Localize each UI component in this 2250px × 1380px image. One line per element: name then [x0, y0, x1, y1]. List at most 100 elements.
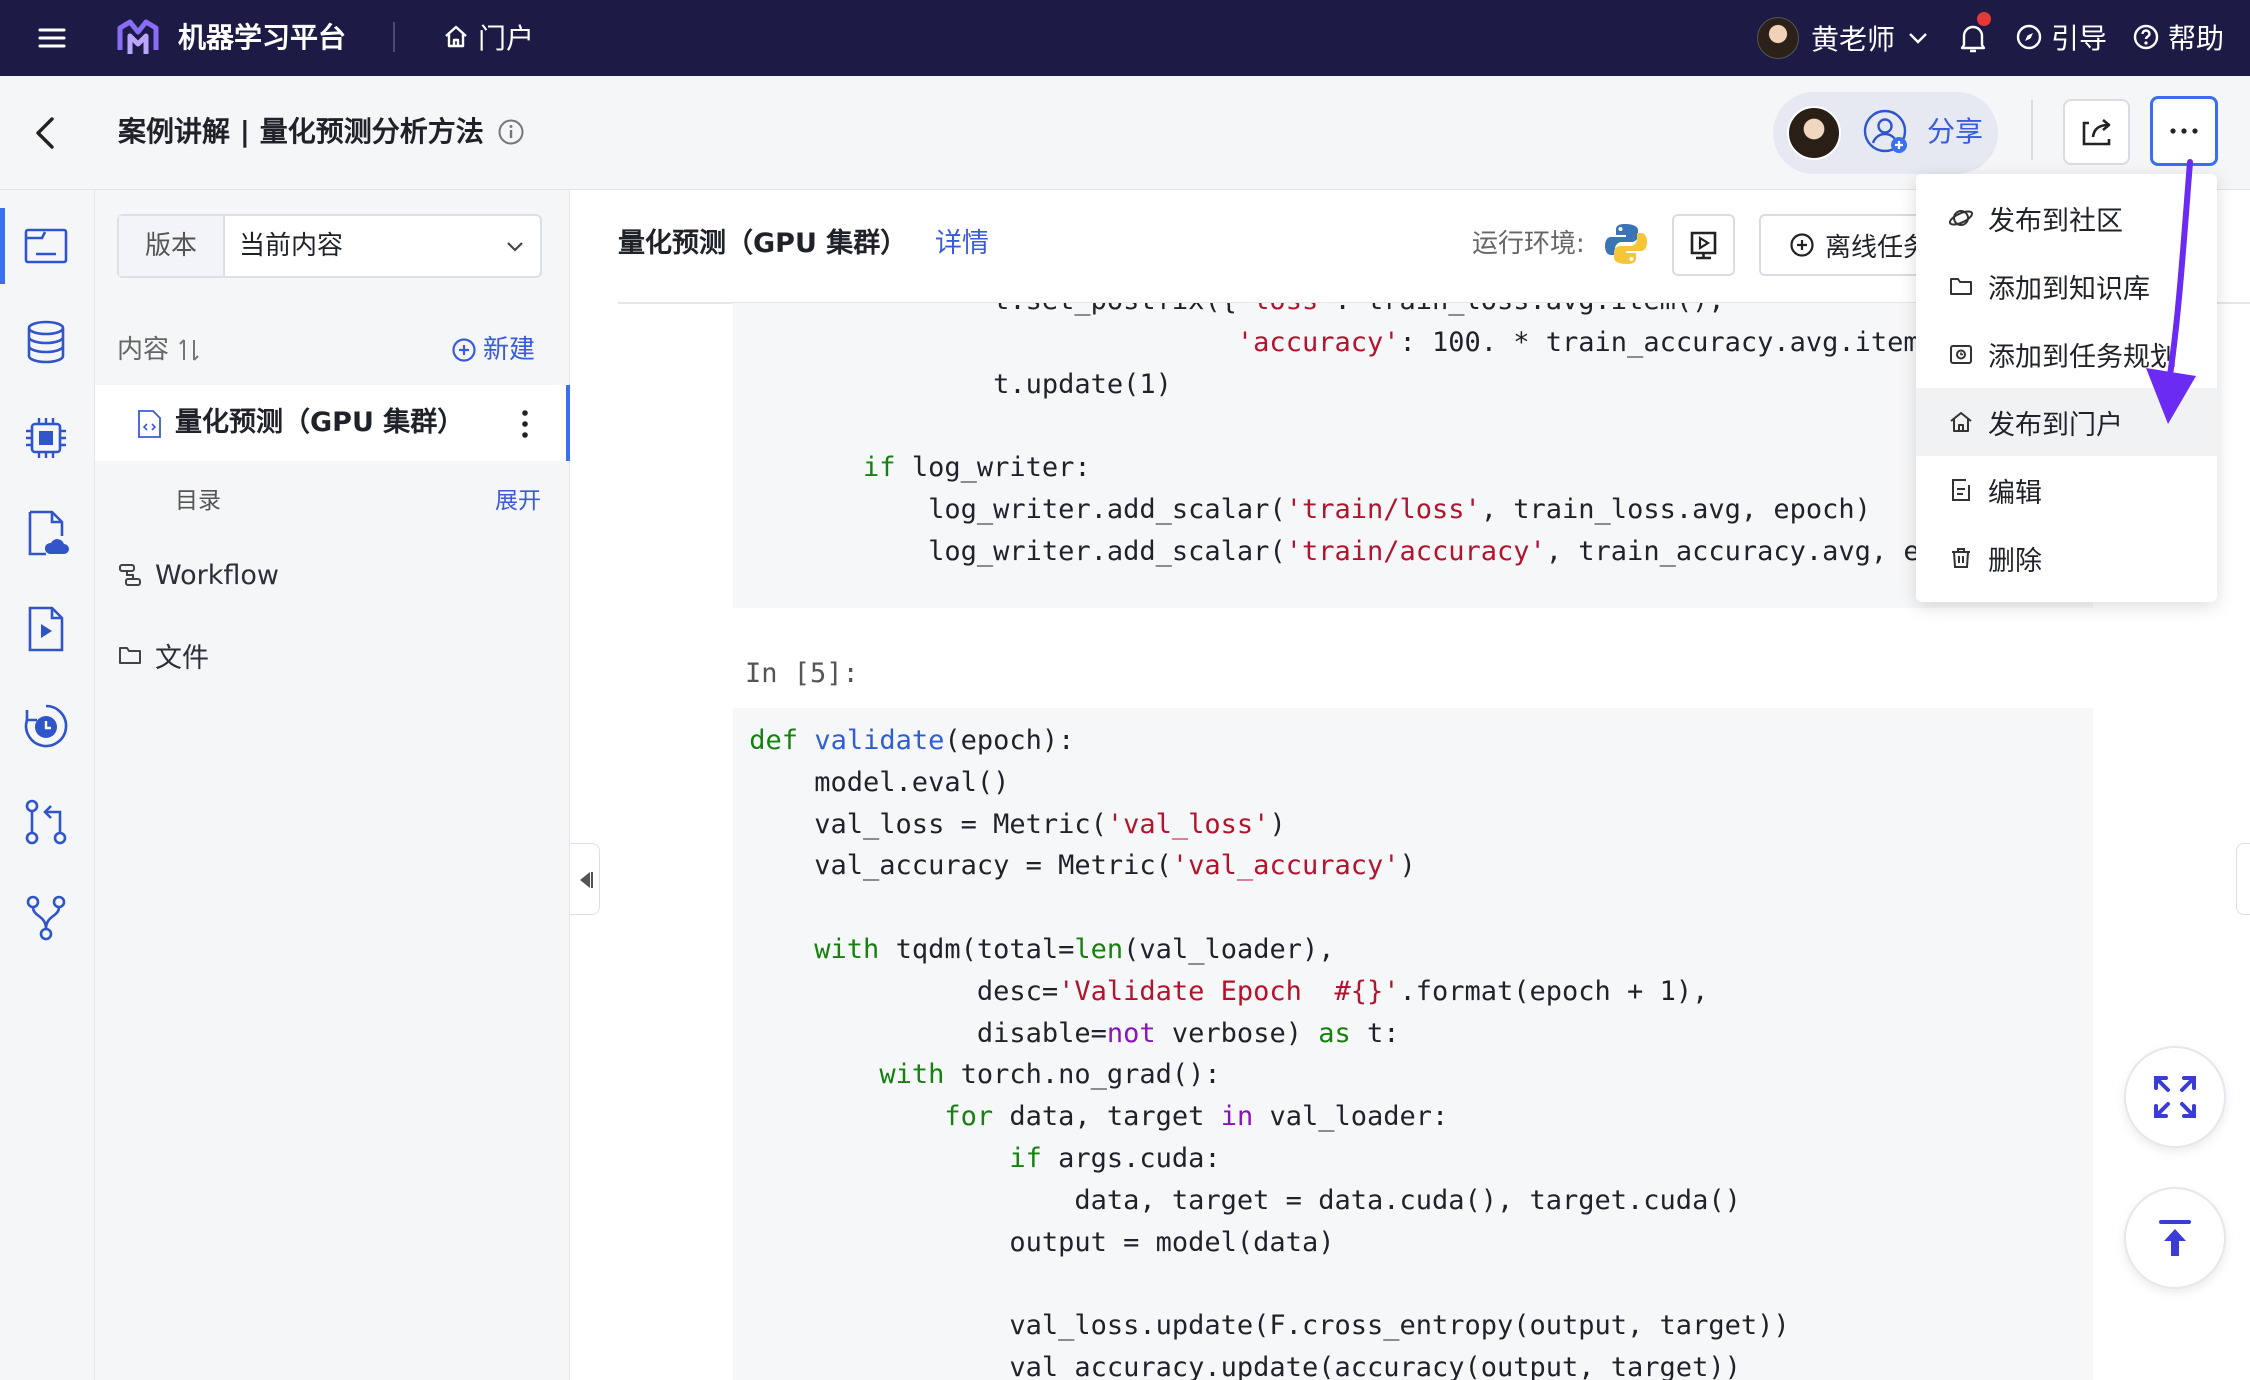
export-icon [2082, 119, 2111, 146]
nav-files-label: 文件 [155, 642, 209, 674]
plus-circle-icon [1790, 233, 1814, 257]
menu-item-add-knowledge[interactable]: 添加到知识库 [1916, 252, 2217, 320]
menu-item-publish-community[interactable]: 发布到社区 [1916, 184, 2217, 252]
code-block: t.set_postfix({'loss': train_loss.avg.it… [863, 303, 2001, 567]
divider [2031, 100, 2033, 160]
sort-icon[interactable] [177, 337, 201, 363]
fullscreen-button[interactable] [2124, 1046, 2226, 1148]
code-cell[interactable]: t.set_postfix({'loss': train_loss.avg.it… [733, 303, 2093, 608]
database-icon[interactable] [20, 316, 72, 368]
menu-item-edit[interactable]: 编辑 [1916, 456, 2217, 524]
file-name: 量化预测（GPU 集群） [175, 407, 465, 438]
planet-icon [1948, 210, 1974, 226]
menu-item-label: 删除 [1988, 545, 2042, 577]
more-menu: 发布到社区 添加到知识库 添加到任务规划 发布到门户 编辑 删除 [1916, 174, 2217, 602]
cloud-file-icon[interactable] [20, 508, 72, 560]
top-bar: 机器学习平台 门户 黄老师 引导 帮助 [0, 0, 2250, 76]
version-select[interactable]: 版本 当前内容 [117, 214, 542, 278]
back-arrow-icon[interactable] [30, 113, 62, 153]
home-icon [445, 25, 467, 48]
edit-icon [1952, 479, 1970, 501]
bell-icon[interactable] [1955, 12, 1991, 56]
plus-circle-icon [452, 338, 476, 362]
workflow-icon [119, 564, 141, 586]
code-file-icon [138, 410, 161, 438]
app-name: 机器学习平台 [178, 21, 347, 54]
clock-icon[interactable] [20, 700, 72, 752]
chevron-down-icon [490, 216, 540, 276]
task-icon [1950, 345, 1972, 364]
help-icon [2133, 24, 2159, 50]
expand-icon [2154, 1076, 2196, 1118]
arrow-up-icon [2159, 1220, 2191, 1256]
menu-item-label: 发布到门户 [1988, 409, 2123, 441]
hamburger-icon[interactable] [36, 22, 68, 54]
compass-icon [2016, 24, 2042, 50]
folder-icon [1950, 278, 1972, 295]
python-icon[interactable] [1602, 220, 1650, 268]
content-label: 内容 [117, 335, 170, 365]
code-block: def validate(epoch): model.eval() val_lo… [749, 725, 1790, 1380]
menu-item-label: 编辑 [1988, 477, 2042, 509]
menu-item-publish-portal[interactable]: 发布到门户 [1916, 388, 2217, 456]
collapse-right-handle[interactable] [2236, 843, 2250, 915]
caret-left-icon [580, 872, 593, 888]
user-name: 黄老师 [1811, 23, 1896, 56]
expand-link[interactable]: 展开 [495, 484, 541, 518]
info-icon[interactable] [497, 118, 525, 146]
code-cell[interactable]: def validate(epoch): model.eval() val_lo… [733, 708, 2093, 1380]
version-value: 当前内容 [239, 231, 344, 261]
export-button[interactable] [2063, 99, 2130, 165]
portal-label: 门户 [478, 22, 535, 55]
help-link[interactable]: 帮助 [2132, 16, 2224, 58]
version-label: 版本 [119, 216, 225, 276]
menu-item-add-task-plan[interactable]: 添加到任务规划 [1916, 320, 2217, 388]
home-icon [1950, 412, 1972, 432]
toc-label: 目录 [175, 488, 221, 514]
side-panel: 版本 当前内容 内容 新建 量化预测（GPU 集群） 目录 展开 Workflo… [95, 190, 570, 1380]
file-item-notebook[interactable]: 量化预测（GPU 集群） [95, 385, 570, 461]
divider [393, 22, 395, 52]
kebab-icon[interactable] [519, 407, 531, 441]
more-icon [2170, 128, 2198, 134]
content-header: 内容 [117, 331, 201, 369]
add-user-icon[interactable] [1863, 109, 1911, 157]
more-button[interactable] [2150, 96, 2218, 166]
video-file-icon[interactable] [20, 604, 72, 656]
trash-icon [1952, 548, 1970, 568]
app-logo-icon [114, 14, 162, 62]
chip-icon[interactable] [20, 412, 72, 464]
nav-workflow-label: Workflow [155, 559, 279, 591]
active-indicator [0, 208, 5, 284]
menu-item-delete[interactable]: 删除 [1916, 524, 2217, 592]
page-header: 案例讲解 | 量化预测分析方法 分享 [0, 76, 2250, 190]
notification-dot [1977, 12, 1991, 26]
git-branch-icon[interactable] [20, 892, 72, 944]
nav-workflow[interactable]: Workflow [117, 555, 279, 595]
share-group: 分享 [1773, 92, 1998, 174]
presentation-icon [1690, 231, 1717, 260]
presentation-button[interactable] [1672, 214, 1735, 276]
menu-item-label: 添加到知识库 [1988, 273, 2150, 305]
icon-rail [0, 190, 95, 1380]
help-label: 帮助 [2168, 22, 2225, 55]
user-menu[interactable]: 黄老师 [1757, 14, 1929, 62]
guide-link[interactable]: 引导 [2015, 16, 2107, 58]
notebook-icon[interactable] [20, 220, 72, 272]
new-button[interactable]: 新建 [451, 331, 535, 369]
chevron-down-icon [1909, 33, 1927, 44]
guide-label: 引导 [2051, 22, 2108, 55]
notebook-title: 量化预测（GPU 集群） [618, 228, 908, 259]
collapse-panel-handle[interactable] [570, 843, 600, 915]
back-to-top-button[interactable] [2124, 1187, 2226, 1289]
portal-link[interactable]: 门户 [442, 16, 534, 58]
share-button[interactable]: 分享 [1927, 112, 1983, 152]
details-link[interactable]: 详情 [935, 224, 989, 264]
git-compare-icon[interactable] [20, 796, 72, 848]
offline-task-label: 离线任务 [1825, 232, 1930, 263]
new-label: 新建 [483, 335, 536, 365]
collaborator-avatar[interactable] [1787, 106, 1841, 160]
menu-item-label: 添加到任务规划 [1988, 341, 2177, 373]
page-title: 案例讲解 | 量化预测分析方法 [118, 115, 484, 148]
nav-files[interactable]: 文件 [117, 635, 209, 675]
